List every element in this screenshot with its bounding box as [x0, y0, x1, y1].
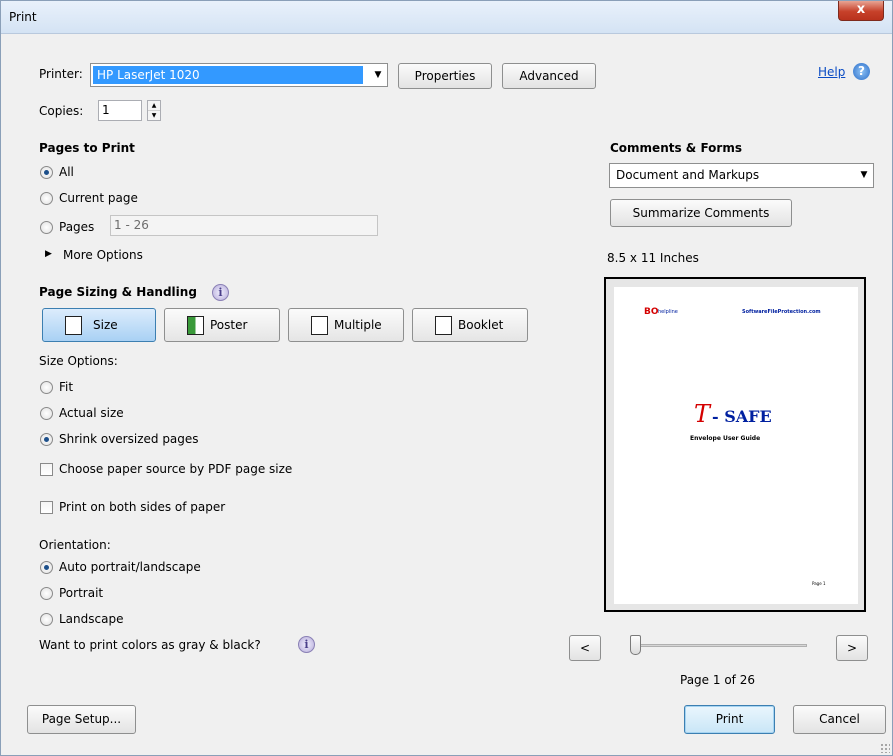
size-button[interactable]: Size — [42, 308, 156, 342]
booklet-icon — [435, 316, 452, 335]
close-icon: x — [856, 2, 866, 17]
properties-button[interactable]: Properties — [398, 63, 492, 89]
page-slider-thumb[interactable] — [630, 635, 641, 655]
radio-pages-label: Pages — [59, 220, 95, 234]
stepper-down-icon[interactable]: ▼ — [148, 111, 160, 121]
print-preview: BO helpline SoftwareFileProtection.com T… — [604, 277, 866, 612]
poster-icon — [187, 316, 204, 335]
size-options-label: Size Options: — [39, 354, 118, 368]
orientation-label: Orientation: — [39, 538, 111, 552]
next-page-button[interactable]: > — [836, 635, 868, 661]
radio-actual-size[interactable] — [40, 407, 53, 420]
summarize-comments-button[interactable]: Summarize Comments — [610, 199, 792, 227]
comments-forms-value: Document and Markups — [616, 168, 760, 182]
preview-page-footer: Page 1 — [812, 581, 826, 586]
radio-fit-label: Fit — [59, 380, 74, 394]
radio-auto-orientation-label: Auto portrait/landscape — [59, 560, 201, 574]
grayscale-label: Want to print colors as gray & black? — [39, 638, 261, 652]
preview-product-mark: T — [694, 400, 711, 428]
radio-current-page-label: Current page — [59, 191, 138, 205]
help-link[interactable]: Help — [818, 65, 845, 79]
pages-range-input[interactable]: 1 - 26 — [110, 215, 378, 236]
radio-landscape[interactable] — [40, 613, 53, 626]
paper-source-label: Choose paper source by PDF page size — [59, 462, 293, 476]
poster-button[interactable]: Poster — [164, 308, 280, 342]
paper-size-label: 8.5 x 11 Inches — [607, 251, 699, 265]
multiple-button[interactable]: Multiple — [288, 308, 404, 342]
size-icon — [65, 316, 82, 335]
printer-select-value: HP LaserJet 1020 — [93, 66, 363, 84]
preview-logo-text: helpline — [658, 309, 678, 315]
multiple-button-label: Multiple — [334, 318, 382, 332]
radio-landscape-label: Landscape — [59, 612, 124, 626]
preview-page: BO helpline SoftwareFileProtection.com T… — [614, 287, 858, 604]
radio-shrink-oversized-label: Shrink oversized pages — [59, 432, 199, 446]
radio-pages[interactable] — [40, 221, 53, 234]
booklet-button[interactable]: Booklet — [412, 308, 528, 342]
print-dialog: Print x Printer: HP LaserJet 1020 ▼ Prop… — [0, 0, 893, 756]
comments-forms-heading: Comments & Forms — [610, 141, 742, 155]
copies-label: Copies: — [39, 104, 84, 118]
preview-product-name: - SAFE — [712, 407, 772, 426]
poster-button-label: Poster — [210, 318, 248, 332]
advanced-button[interactable]: Advanced — [502, 63, 596, 89]
preview-subtitle: Envelope User Guide — [690, 435, 761, 442]
copies-input[interactable]: 1 — [98, 100, 142, 121]
paper-source-checkbox[interactable] — [40, 463, 53, 476]
page-setup-button[interactable]: Page Setup... — [27, 705, 136, 734]
radio-all[interactable] — [40, 166, 53, 179]
multiple-pages-icon — [311, 316, 328, 335]
more-options-toggle[interactable]: More Options — [63, 248, 143, 262]
preview-site: SoftwareFileProtection.com — [742, 309, 821, 315]
radio-all-label: All — [59, 165, 74, 179]
comments-forms-select[interactable]: Document and Markups ▼ — [609, 163, 874, 188]
both-sides-checkbox[interactable] — [40, 501, 53, 514]
pages-to-print-heading: Pages to Print — [39, 141, 135, 155]
prev-page-button[interactable]: < — [569, 635, 601, 661]
close-button[interactable]: x — [838, 1, 884, 21]
chevron-down-icon[interactable]: ▼ — [855, 164, 873, 187]
radio-shrink-oversized[interactable] — [40, 433, 53, 446]
info-icon[interactable]: i — [212, 284, 229, 301]
title-bar[interactable]: Print x — [1, 1, 892, 34]
page-sizing-heading: Page Sizing & Handling — [39, 285, 197, 299]
radio-current-page[interactable] — [40, 192, 53, 205]
radio-actual-size-label: Actual size — [59, 406, 124, 420]
expand-triangle-icon[interactable]: ▶ — [45, 249, 52, 259]
help-icon[interactable]: ? — [853, 63, 870, 80]
printer-label: Printer: — [39, 67, 83, 81]
radio-fit[interactable] — [40, 381, 53, 394]
both-sides-label: Print on both sides of paper — [59, 500, 226, 514]
radio-portrait-label: Portrait — [59, 586, 104, 600]
page-slider-track[interactable] — [637, 644, 807, 647]
radio-auto-orientation[interactable] — [40, 561, 53, 574]
window-title: Print — [9, 10, 37, 24]
stepper-up-icon[interactable]: ▲ — [148, 101, 160, 111]
preview-logo-mark: BO — [644, 307, 659, 317]
cancel-button[interactable]: Cancel — [793, 705, 886, 734]
size-button-label: Size — [93, 318, 118, 332]
resize-grip[interactable] — [880, 743, 890, 753]
page-indicator: Page 1 of 26 — [680, 673, 755, 687]
info-icon[interactable]: i — [298, 636, 315, 653]
printer-select[interactable]: HP LaserJet 1020 ▼ — [90, 63, 388, 87]
chevron-down-icon[interactable]: ▼ — [369, 64, 387, 86]
booklet-button-label: Booklet — [458, 318, 504, 332]
copies-stepper[interactable]: ▲ ▼ — [147, 100, 161, 121]
print-button[interactable]: Print — [684, 705, 775, 734]
radio-portrait[interactable] — [40, 587, 53, 600]
